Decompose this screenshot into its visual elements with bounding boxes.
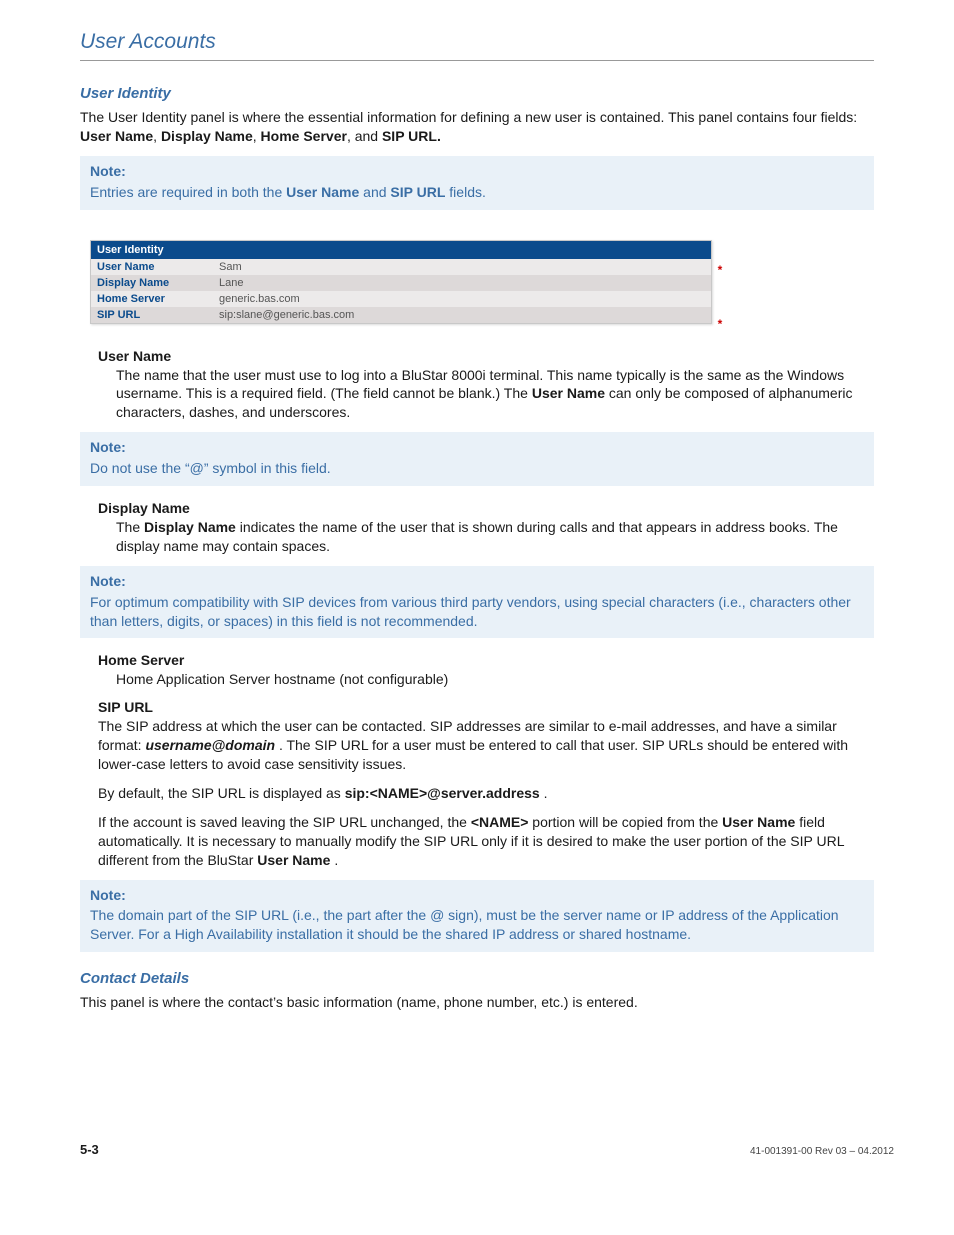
note-at-symbol: Note: Do not use the “@” symbol in this … <box>80 432 874 486</box>
user-identity-intro: The User Identity panel is where the ess… <box>80 108 874 146</box>
note-sipurl-domain: Note: The domain part of the SIP URL (i.… <box>80 880 874 953</box>
section-heading-user-identity: User Identity <box>80 85 874 102</box>
def-term-displayname: Display Name <box>98 500 874 516</box>
def-desc-username: The name that the user must use to log i… <box>116 366 874 423</box>
doc-revision: 41-001391-00 Rev 03 – 04.2012 <box>750 1146 894 1157</box>
def-desc-sipurl-2: By default, the SIP URL is displayed as … <box>98 784 874 803</box>
page-title: User Accounts <box>80 30 874 61</box>
user-identity-panel-figure: User Identity User Name Sam Display Name… <box>90 240 874 324</box>
required-star-icon: * <box>711 315 729 333</box>
def-term-homeserver: Home Server <box>98 652 874 668</box>
contact-details-intro: This panel is where the contact’s basic … <box>80 993 874 1012</box>
def-desc-homeserver: Home Application Server hostname (not co… <box>116 670 874 689</box>
section-heading-contact-details: Contact Details <box>80 970 874 987</box>
panel-row-displayname: Display Name Lane <box>91 275 711 291</box>
note-required-fields: Note: Entries are required in both the U… <box>80 156 874 210</box>
note-special-chars: Note: For optimum compatibility with SIP… <box>80 566 874 639</box>
def-desc-displayname: The Display Name indicates the name of t… <box>116 518 874 556</box>
page-number: 5-3 <box>80 1142 99 1157</box>
def-term-sipurl: SIP URL <box>98 699 874 715</box>
panel-row-homeserver: Home Server generic.bas.com <box>91 291 711 307</box>
def-term-username: User Name <box>98 348 874 364</box>
def-desc-sipurl-1: The SIP address at which the user can be… <box>98 717 874 774</box>
panel-row-username: User Name Sam <box>91 259 711 275</box>
panel-title: User Identity <box>91 241 711 259</box>
def-desc-sipurl-3: If the account is saved leaving the SIP … <box>98 813 874 870</box>
required-star-icon: * <box>711 261 729 279</box>
panel-row-sipurl: SIP URL sip:slane@generic.bas.com <box>91 307 711 323</box>
